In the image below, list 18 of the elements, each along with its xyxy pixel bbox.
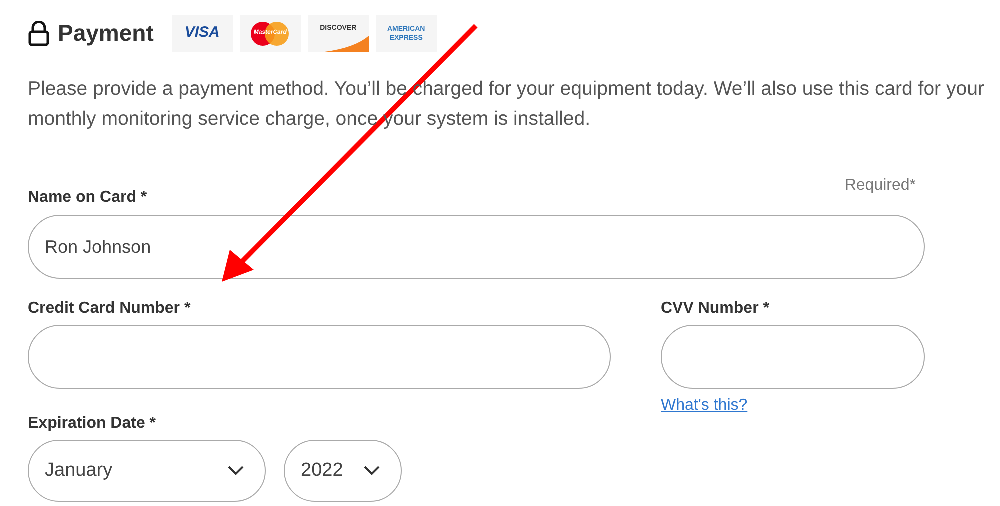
chevron-down-icon [227, 466, 245, 476]
cvv-input[interactable] [661, 325, 925, 389]
month-select[interactable]: January [28, 440, 266, 502]
field-label: Credit Card Number * [28, 299, 192, 319]
field-label: Name on Card * [28, 188, 148, 208]
visa-logo: VISA [172, 15, 233, 52]
required-note: Required* [844, 176, 916, 196]
field-label: Expiration Date * [28, 414, 158, 434]
field-label: CVV Number * [661, 299, 770, 319]
chevron-down-icon [363, 466, 381, 476]
year-select[interactable]: 2022 [284, 440, 402, 502]
lock-icon [28, 20, 50, 46]
name-input[interactable]: Ron Johnson [28, 215, 925, 279]
swoosh-icon [324, 36, 369, 52]
help-link[interactable]: What's this? [661, 394, 748, 418]
card-number-input[interactable] [28, 325, 611, 389]
section-title: Payment [58, 19, 154, 48]
intro-text: Please provide a payment method. You’ll be charged for your equipment today. We’ll also use this card for your monthly monitoring service charge, once your system is installed. [28, 77, 986, 132]
